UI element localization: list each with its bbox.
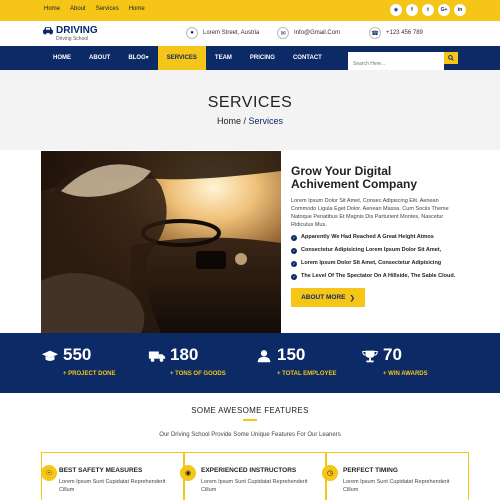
check-circle-icon: ✓ (291, 234, 297, 241)
check-text: Consectetur Adipisicing Lorem Ipsum Dolo… (301, 247, 442, 253)
top-link-home-2[interactable]: Home (129, 6, 145, 12)
breadcrumb-current: Services (248, 116, 284, 126)
stat-number: 150 (277, 345, 306, 364)
features-title: SOME AWESOME FEATURES (191, 406, 309, 415)
chevron-right-icon: ❯ (349, 294, 355, 302)
top-bar: Home About Services Home ◉ f t G+ in (0, 0, 500, 21)
email-text[interactable]: Info@Gmail.Com (294, 30, 340, 36)
nav-contact[interactable]: CONTACT (284, 46, 331, 70)
breadcrumb-home[interactable]: Home (217, 116, 241, 126)
search-icon (448, 55, 454, 61)
search-box (348, 52, 458, 70)
check-text: Apparently We Had Reached A Great Height… (301, 234, 434, 240)
user-icon (257, 350, 271, 363)
stat-label: + TONS OF GOODS (170, 371, 226, 377)
about-paragraph: Lorem Ipsum Dolor Sit Amet, Consec Adipi… (291, 198, 449, 228)
nav-about[interactable]: ABOUT (80, 46, 119, 70)
page-title: SERVICES (207, 94, 293, 111)
list-item: ✓ Lorem Ipsum Dolor Sit Amet, Consectetur… (291, 260, 461, 267)
feature-text: Lorem Ipsum Sunt Cupidatat Reprehenderit… (59, 479, 166, 493)
list-item: ✓ The Level Of The Spectator On A Hillsid… (291, 273, 461, 280)
feature-text: Lorem Ipsum Sunt Cupidatat Reprehenderit… (201, 479, 308, 493)
phone-info: ☎ +123 456 789 (369, 27, 423, 39)
breadcrumb: Home / Services (0, 116, 500, 126)
twitter-icon[interactable]: t (422, 4, 434, 16)
feature-title: EXPERIENCED INSTRUCTORS (201, 467, 297, 474)
feature-text: Lorem Ipsum Sunt Cupidatat Reprehenderit… (343, 479, 450, 493)
car-icon (43, 27, 53, 35)
stats-bar: 550 + PROJECT DONE 180 + TONS OF GOODS 1… (0, 333, 500, 393)
about-more-label: ABOUT MORE (301, 294, 346, 301)
address-text: Lorem Street, Austria (203, 30, 260, 36)
site-header: DRIVING Driving School ● Lorem Street, A… (0, 21, 500, 46)
search-input[interactable] (348, 58, 444, 70)
rss-icon[interactable]: ◉ (390, 4, 402, 16)
nav-blog[interactable]: BLOG▾ (119, 46, 157, 70)
nav-items: HOME ABOUT BLOG▾ SERVICES TEAM PRICING C… (44, 46, 331, 70)
check-circle-icon: ✓ (291, 260, 297, 267)
phone-icon: ☎ (369, 27, 381, 39)
top-link-home[interactable]: Home (44, 6, 60, 12)
social-links: ◉ f t G+ in (390, 4, 466, 16)
check-text: The Level Of The Spectator On A Hillside… (301, 273, 456, 279)
group-icon: ◉ (180, 465, 196, 481)
features-subtitle: Our Driving School Provide Some Unique F… (159, 432, 341, 438)
stat-number: 180 (170, 345, 199, 364)
shield-icon: ☉ (41, 465, 57, 481)
about-more-button[interactable]: ABOUT MORE ❯ (291, 288, 365, 307)
graduation-cap-icon (41, 350, 59, 361)
list-item: ✓ Consectetur Adipisicing Lorem Ipsum Dol… (291, 247, 461, 254)
breadcrumb-separator: / (240, 116, 249, 126)
feature-title: BEST SAFETY MEASURES (59, 467, 143, 474)
envelope-icon: ✉ (277, 27, 289, 39)
feature-card-safety: ☉ BEST SAFETY MEASURES Lorem Ipsum Sunt … (41, 452, 185, 500)
truck-icon (148, 351, 166, 362)
top-link-about[interactable]: About (70, 6, 86, 12)
logo-title[interactable]: DRIVING (56, 25, 98, 36)
nav-services[interactable]: SERVICES (157, 46, 206, 70)
top-nav: Home About Services Home (44, 6, 145, 12)
page-banner: SERVICES Home / Services (0, 70, 500, 150)
title-divider (243, 419, 257, 421)
main-nav: HOME ABOUT BLOG▾ SERVICES TEAM PRICING C… (0, 46, 500, 70)
check-list: ✓ Apparently We Had Reached A Great Heigh… (291, 234, 461, 280)
check-circle-icon: ✓ (291, 247, 297, 254)
trophy-icon (362, 350, 378, 363)
stat-label: + WIN AWARDS (383, 371, 428, 377)
nav-team[interactable]: TEAM (206, 46, 241, 70)
logo-subtitle: Driving School (56, 36, 89, 42)
top-link-services[interactable]: Services (96, 6, 119, 12)
email-info: ✉ Info@Gmail.Com (277, 27, 340, 39)
feature-title: PERFECT TIMING (343, 467, 398, 474)
address-info: ● Lorem Street, Austria (186, 27, 259, 39)
linkedin-icon[interactable]: in (454, 4, 466, 16)
map-pin-icon: ● (186, 27, 198, 39)
facebook-icon[interactable]: f (406, 4, 418, 16)
about-content: Grow Your Digital Achivement Company Lor… (291, 165, 461, 286)
nav-pricing[interactable]: PRICING (241, 46, 284, 70)
stat-label: + TOTAL EMPLOYEE (277, 371, 337, 377)
check-circle-icon: ✓ (291, 273, 297, 280)
list-item: ✓ Apparently We Had Reached A Great Heigh… (291, 234, 461, 241)
stat-number: 70 (383, 345, 402, 364)
google-plus-icon[interactable]: G+ (438, 4, 450, 16)
check-text: Lorem Ipsum Dolor Sit Amet, Consectetur … (301, 260, 442, 266)
driving-photo (41, 151, 281, 333)
clock-icon: ◷ (322, 465, 338, 481)
stat-label: + PROJECT DONE (63, 371, 116, 377)
feature-card-instructors: ◉ EXPERIENCED INSTRUCTORS Lorem Ipsum Su… (180, 452, 327, 500)
search-button[interactable] (444, 52, 458, 64)
phone-text[interactable]: +123 456 789 (386, 30, 423, 36)
nav-home[interactable]: HOME (44, 46, 80, 70)
feature-card-timing: ◷ PERFECT TIMING Lorem Ipsum Sunt Cupida… (322, 452, 469, 500)
stat-number: 550 (63, 345, 92, 364)
about-heading: Grow Your Digital Achivement Company (291, 164, 418, 191)
